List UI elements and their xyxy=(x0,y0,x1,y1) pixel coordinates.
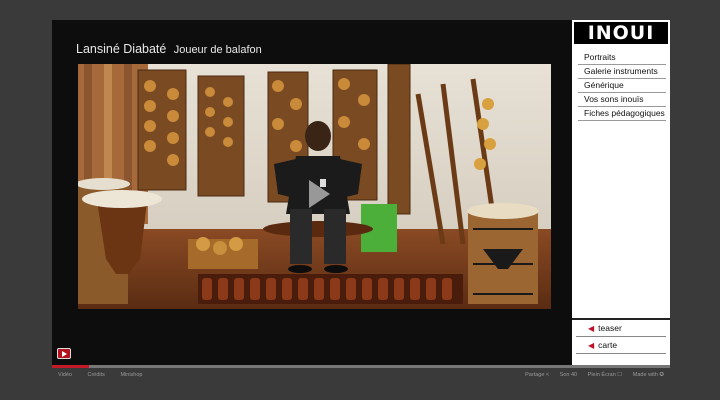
footer-left: Vidéo Crédits Minishop xyxy=(58,372,156,378)
video-progress-bar[interactable] xyxy=(52,365,670,368)
footer-share-button[interactable]: Partage < xyxy=(525,372,549,378)
sidebar-nav: Portraits Galerie instruments Générique … xyxy=(578,51,666,121)
inoui-logo[interactable]: INOUI xyxy=(574,22,668,44)
video-still xyxy=(78,64,551,309)
player-stage: Lansiné Diabaté Joueur de balafon INOUI … xyxy=(52,20,670,365)
play-icon xyxy=(61,350,67,357)
musician-name: Lansiné Diabaté xyxy=(76,42,167,56)
sidebar-item-galerie-instruments[interactable]: Galerie instruments xyxy=(578,65,666,79)
sidebar-bottom-nav: ◀ teaser ◀ carte xyxy=(572,318,670,354)
video-frame[interactable] xyxy=(78,64,551,309)
teaser-link[interactable]: ◀ teaser xyxy=(576,320,666,337)
sidebar-item-portraits[interactable]: Portraits xyxy=(578,51,666,65)
footer-link-credits[interactable]: Crédits xyxy=(88,372,105,378)
video-progress-fill xyxy=(52,365,90,368)
play-button[interactable] xyxy=(57,348,71,359)
chevron-left-icon: ◀ xyxy=(588,324,595,333)
sidebar-item-generique[interactable]: Générique xyxy=(578,79,666,93)
footer-sound-control[interactable]: Son 40 xyxy=(560,372,577,378)
main-panel: Lansiné Diabaté Joueur de balafon xyxy=(52,20,572,365)
footer-fullscreen-button[interactable]: Plein Écran ☐ xyxy=(588,372,623,378)
carte-link[interactable]: ◀ carte xyxy=(576,337,666,354)
footer-right: Partage < Son 40 Plein Écran ☐ Made with… xyxy=(516,372,664,378)
page-title: Lansiné Diabaté Joueur de balafon xyxy=(76,42,262,56)
chevron-left-icon: ◀ xyxy=(588,341,595,350)
sidebar: INOUI Portraits Galerie instruments Géné… xyxy=(572,20,670,365)
sidebar-item-fiches-pedagogiques[interactable]: Fiches pédagogiques xyxy=(578,107,666,121)
footer-made-with-link[interactable]: Made with ✪ xyxy=(633,372,664,378)
footer-bar: Vidéo Crédits Minishop Partage < Son 40 … xyxy=(52,370,670,382)
teaser-label: teaser xyxy=(598,323,622,333)
sidebar-item-vos-sons-inouis[interactable]: Vos sons inouïs xyxy=(578,93,666,107)
musician-role: Joueur de balafon xyxy=(173,44,262,56)
footer-link-minishop[interactable]: Minishop xyxy=(120,372,142,378)
carte-label: carte xyxy=(598,340,618,350)
footer-link-video[interactable]: Vidéo xyxy=(58,372,72,378)
